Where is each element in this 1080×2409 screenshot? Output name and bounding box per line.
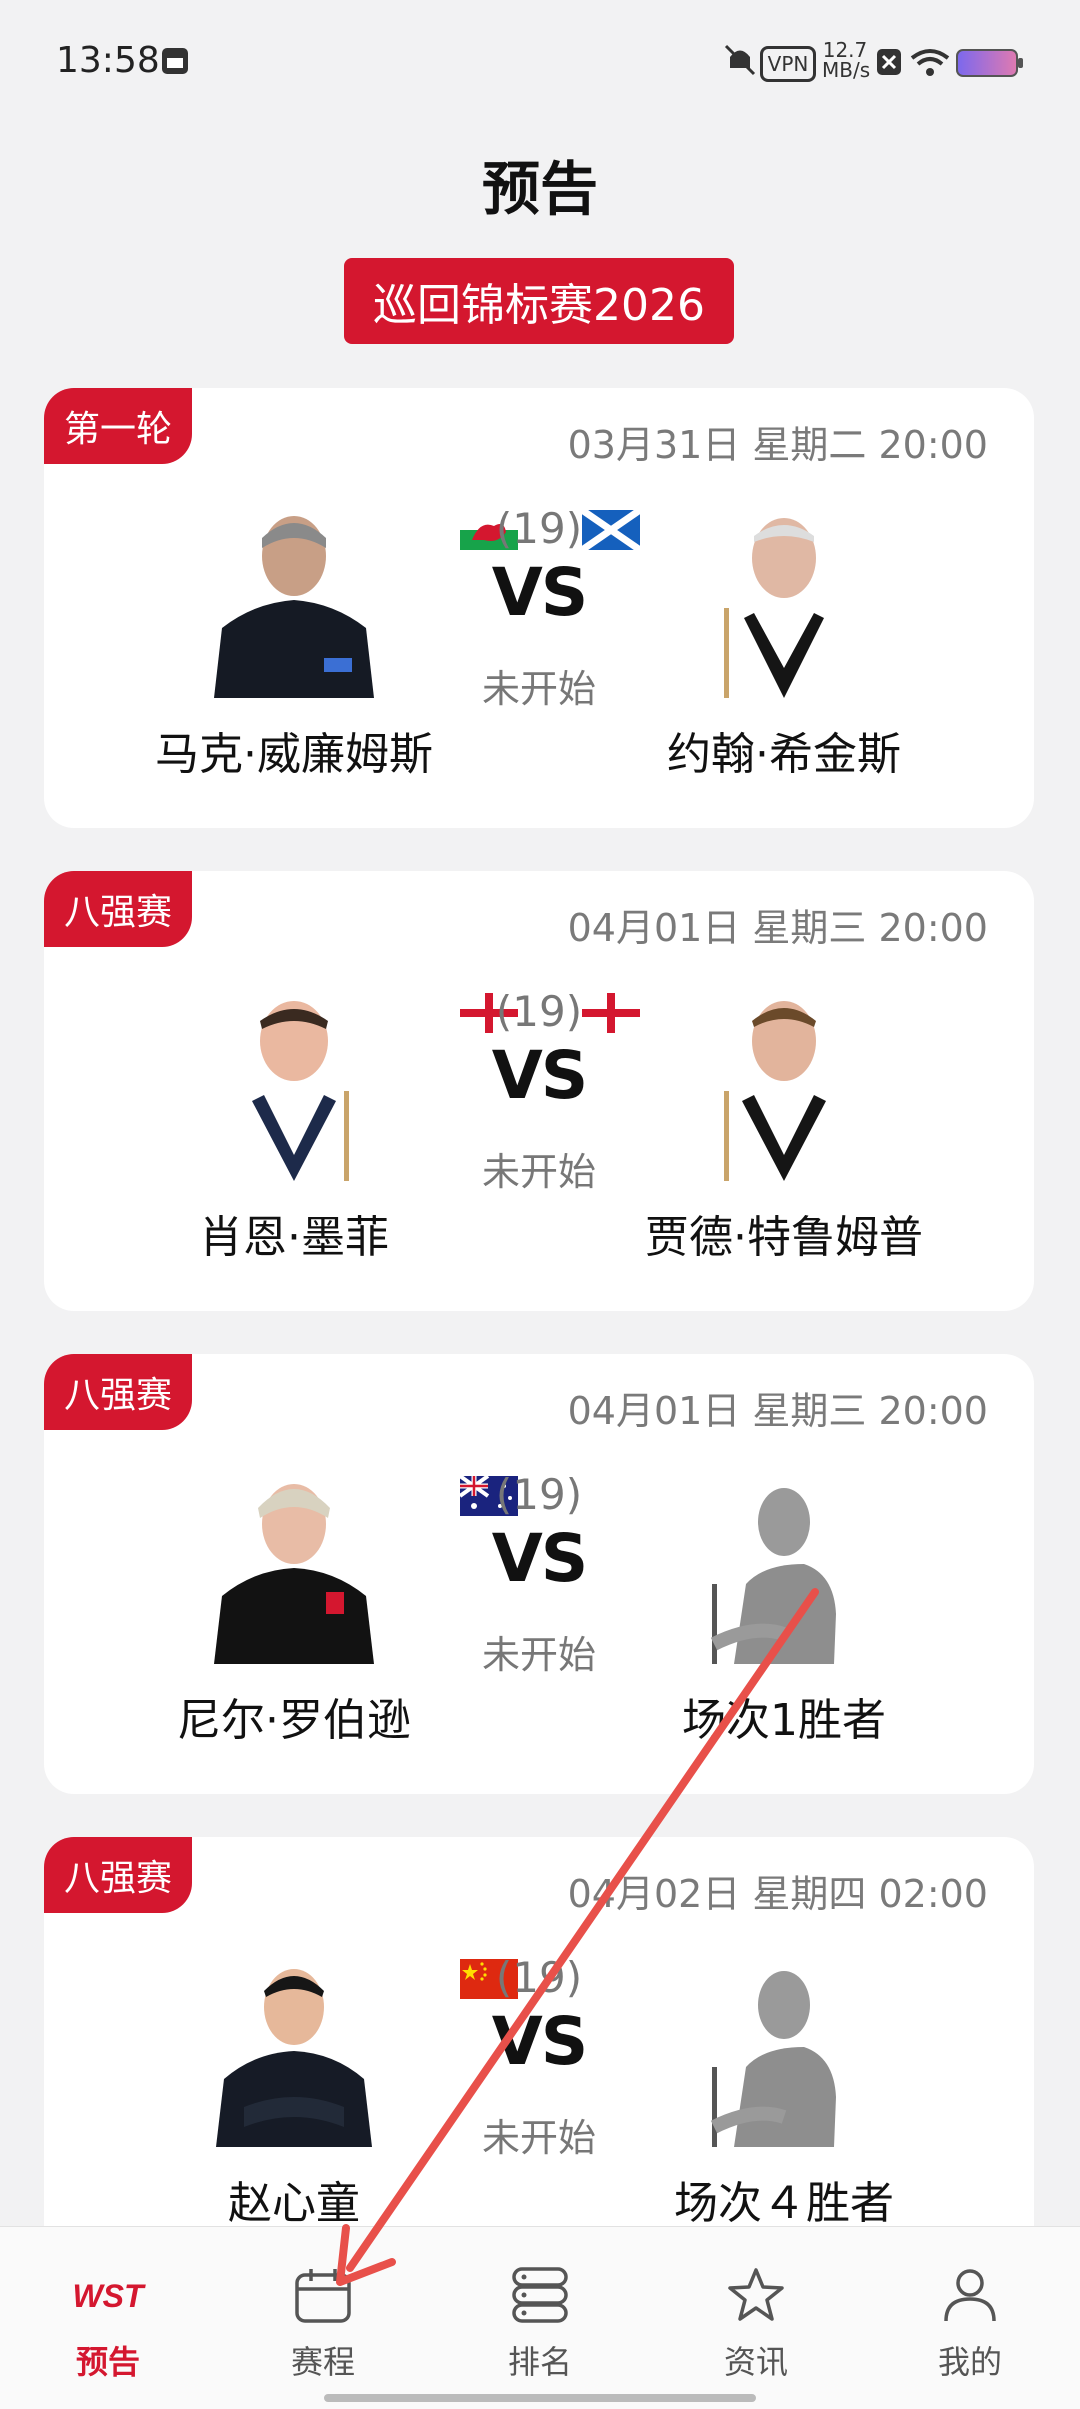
player-photo-icon <box>708 518 860 698</box>
status-time: 13:58 <box>56 40 160 81</box>
match-card[interactable]: 第一轮 03月31日 星期二 20:00 马克·威廉姆斯 (19) VS 未开始… <box>44 388 1034 828</box>
calendar-icon <box>295 2269 351 2323</box>
mute-icon <box>724 44 756 76</box>
star-icon <box>728 2268 784 2321</box>
battery-icon <box>956 49 1023 77</box>
match-card[interactable]: 八强赛 04月01日 星期三 20:00 肖恩·墨菲 (19) VS 未开始 贾… <box>44 871 1034 1311</box>
tab-label: 赛程 <box>290 2343 355 2381</box>
player-name: 场次1胜者 <box>682 1695 886 1746</box>
player-name: 场次４胜者 <box>674 2178 894 2229</box>
vpn-icon: VPN <box>760 46 816 82</box>
right-player[interactable]: 约翰·希金斯 <box>614 508 954 808</box>
tab-profile[interactable]: 我的 <box>900 2267 1040 2387</box>
ranking-icon <box>512 2267 568 2323</box>
home-indicator[interactable] <box>324 2394 756 2402</box>
match-datetime: 03月31日 星期二 20:00 <box>567 423 988 467</box>
player-photo-icon <box>214 1484 374 1664</box>
player-photo-icon <box>214 516 374 698</box>
player-name: 贾德·特鲁姆普 <box>645 1212 923 1263</box>
match-card[interactable]: 八强赛 04月02日 星期四 02:00 赵心童 (19) VS 未开始 场次４… <box>44 1837 1034 2277</box>
notification-app-icon <box>162 48 188 74</box>
tab-schedule[interactable]: 赛程 <box>253 2267 393 2387</box>
tab-label: 资讯 <box>723 2343 788 2381</box>
round-badge: 八强赛 <box>44 871 193 947</box>
player-photo-icon <box>706 1001 862 1181</box>
placeholder-player-icon <box>710 1488 836 1664</box>
tab-label: 预告 <box>75 2343 140 2381</box>
round-badge: 八强赛 <box>44 1354 193 1430</box>
tab-label: 排名 <box>507 2343 572 2381</box>
page-title: 预告 <box>481 155 598 223</box>
profile-icon <box>944 2269 996 2322</box>
wst-logo-icon: WST <box>72 2278 146 2314</box>
tab-news[interactable]: 资讯 <box>686 2267 826 2387</box>
player-name: 约翰·希金斯 <box>667 729 901 780</box>
right-player[interactable]: 贾德·特鲁姆普 <box>614 991 954 1291</box>
wifi-icon <box>910 49 950 76</box>
placeholder-player-icon <box>710 1971 836 2147</box>
match-card[interactable]: 八强赛 04月01日 星期三 20:00 尼尔·罗伯逊 (19) VS 未开始 … <box>44 1354 1034 1794</box>
right-player[interactable]: 场次４胜者 <box>614 1957 954 2257</box>
net-speed-value: 12.7 <box>822 38 868 62</box>
tab-label: 我的 <box>937 2343 1002 2381</box>
player-photo-icon <box>216 1001 372 1181</box>
round-badge: 第一轮 <box>44 388 193 464</box>
net-speed-unit: MB/s <box>822 58 871 82</box>
match-datetime: 04月01日 星期三 20:00 <box>567 1389 988 1433</box>
round-badge: 八强赛 <box>44 1837 193 1913</box>
tab-preview[interactable]: WST 预告 <box>38 2267 178 2387</box>
status-bar: 13:58 VPN 12.7 MB/s <box>0 0 1080 120</box>
bottom-tab-bar: WST 预告 赛程 排名 资讯 我的 <box>0 2226 1080 2409</box>
tournament-selector[interactable]: 巡回锦标赛2026 <box>344 258 734 344</box>
wst-logo-text: WST <box>72 2278 146 2314</box>
match-datetime: 04月02日 星期四 02:00 <box>567 1872 988 1916</box>
match-datetime: 04月01日 星期三 20:00 <box>567 906 988 950</box>
right-player[interactable]: 场次1胜者 <box>614 1474 954 1774</box>
tab-ranking[interactable]: 排名 <box>470 2267 610 2387</box>
network-speed: 12.7 MB/s <box>822 38 871 82</box>
player-photo-icon <box>216 1969 372 2147</box>
close-box-icon <box>877 49 901 75</box>
